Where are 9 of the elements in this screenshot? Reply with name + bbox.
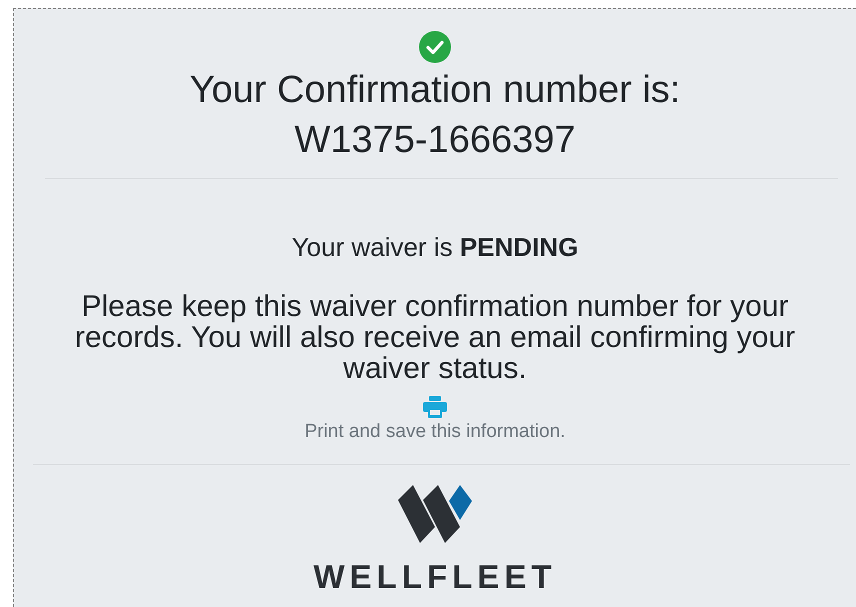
logo-mark-icon bbox=[398, 485, 472, 543]
waiver-message: Please keep this waiver confirmation number for your records. You will also receive an email confirming your waiver status. bbox=[74, 291, 796, 384]
logo-wordmark: WELLFLEET bbox=[314, 557, 556, 597]
confirmation-heading: Your Confirmation number is: bbox=[190, 68, 680, 113]
check-circle-icon bbox=[419, 31, 451, 63]
waiver-status: Your waiver is PENDING bbox=[292, 231, 578, 263]
confirmation-number: W1375-1666397 bbox=[294, 118, 576, 163]
print-link[interactable]: Print and save this information. bbox=[304, 420, 566, 444]
printer-icon[interactable] bbox=[423, 396, 447, 418]
